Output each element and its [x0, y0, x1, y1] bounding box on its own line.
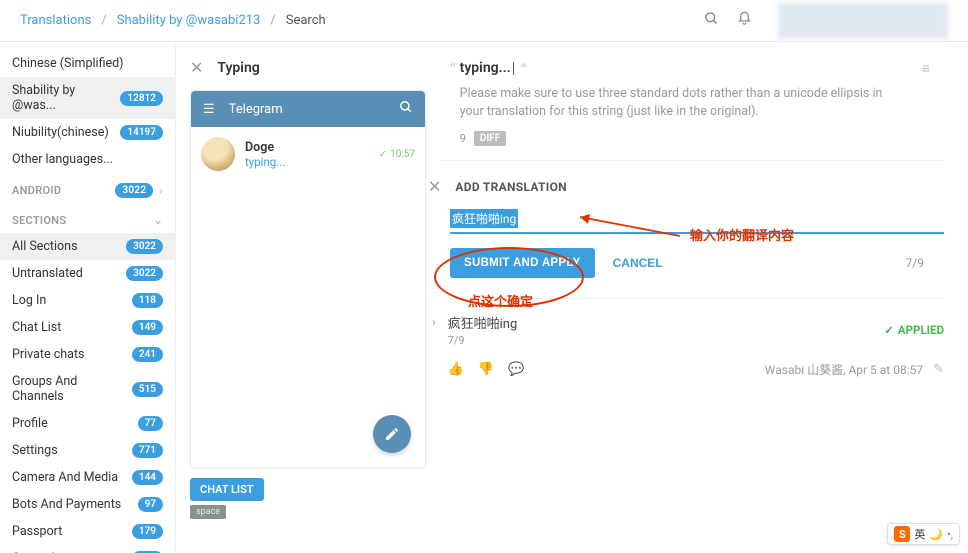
moon-icon: 🌙: [929, 528, 943, 541]
cursor-icon: [513, 62, 514, 75]
breadcrumb: Translations / Shability by @wasabi213 /…: [20, 13, 326, 28]
chevron-right-icon: ›: [159, 184, 163, 197]
quote-icon: “: [450, 60, 456, 79]
sidebar-heading-sections[interactable]: SECTIONS⌄: [0, 204, 175, 233]
space-badge: space: [190, 505, 226, 519]
breadcrumb-sep: /: [270, 13, 275, 28]
sidebar-section-item[interactable]: General579: [0, 545, 175, 553]
ime-lang: 英: [914, 526, 925, 542]
check-icon: ✓: [884, 323, 894, 337]
count-badge: 771: [132, 443, 163, 458]
suggestion-row: › 疯狂啪啪ing 7/9 ✓APPLIED 👍 👎 💬: [450, 298, 944, 378]
count-badge: 515: [132, 382, 163, 397]
sidebar-section-item[interactable]: Chat List149: [0, 314, 175, 341]
count-badge: 12812: [120, 91, 163, 106]
count-badge: 3022: [126, 266, 163, 281]
translation-input-value: 疯狂啪啪ing: [450, 209, 518, 228]
annotation-arrow: [570, 211, 690, 241]
count-badge: 118: [132, 293, 163, 308]
string-header: “ typing... ” Please make sure to use th…: [440, 60, 944, 146]
chevron-down-icon: ⌄: [153, 214, 163, 227]
thumbs-down-icon[interactable]: 👎: [478, 362, 494, 377]
ime-widget[interactable]: S 英 🌙 •,: [887, 523, 960, 545]
add-translation-title: ADD TRANSLATION: [455, 180, 567, 194]
search-icon[interactable]: [704, 11, 719, 30]
sidebar-section-item[interactable]: Groups And Channels515: [0, 368, 175, 410]
breadcrumb-sep: /: [101, 13, 106, 28]
chatlist-button[interactable]: CHAT LIST: [190, 478, 264, 501]
quote-icon: ”: [521, 60, 527, 79]
add-translation-section: ✕ ADD TRANSLATION 疯狂啪啪ing 输入你的翻译内容 SUBMI…: [440, 160, 944, 378]
sidebar-section-item[interactable]: Profile77: [0, 410, 175, 437]
phone-app-title: Telegram: [229, 102, 385, 117]
original-string: typing...: [460, 60, 511, 76]
ime-comma-icon: •,: [947, 528, 953, 541]
sidebar-section-item[interactable]: Settings771: [0, 437, 175, 464]
diff-button[interactable]: DIFF: [474, 131, 506, 146]
count-badge: 149: [132, 320, 163, 335]
cancel-button[interactable]: CANCEL: [613, 256, 663, 270]
breadcrumb-project[interactable]: Shability by @wasabi213: [117, 13, 261, 28]
suggestion-text: 疯狂啪啪ing: [448, 313, 885, 332]
phone-preview: ☰ Telegram Doge typing... ✓10:57: [190, 90, 426, 468]
chat-time: ✓10:57: [379, 149, 415, 160]
annotation-input-hint: 输入你的翻译内容: [690, 225, 794, 244]
doge-avatar: [201, 137, 235, 171]
count-badge: 97: [138, 497, 163, 512]
count-badge: 14197: [120, 125, 163, 140]
suggestion-count: 7/9: [448, 334, 885, 347]
sidebar: Chinese (Simplified) Shability by @was..…: [0, 42, 176, 553]
sidebar-heading-android[interactable]: ANDROID3022›: [0, 173, 175, 204]
sidebar-section-item[interactable]: All Sections3022: [0, 233, 175, 260]
sidebar-section-item[interactable]: Passport179: [0, 518, 175, 545]
count-badge: 3022: [126, 239, 163, 254]
char-counter: 7/9: [906, 256, 924, 270]
phone-search-icon[interactable]: [399, 100, 413, 118]
count-badge: 77: [138, 416, 163, 431]
sidebar-section-item[interactable]: Log In118: [0, 287, 175, 314]
breadcrumb-current: Search: [286, 13, 326, 28]
close-add-icon[interactable]: ✕: [428, 179, 441, 195]
sidebar-section-item[interactable]: Private chats241: [0, 341, 175, 368]
suggestion-author: Wasabi 山葵酱, Apr 5 at 08:57: [765, 361, 923, 378]
sidebar-section-item[interactable]: Untranslated3022: [0, 260, 175, 287]
sidebar-section-item[interactable]: Bots And Payments97: [0, 491, 175, 518]
chat-row[interactable]: Doge typing... ✓10:57: [191, 127, 425, 181]
sidebar-lang-item[interactable]: Chinese (Simplified): [0, 50, 175, 77]
string-length: 9: [460, 132, 466, 145]
string-title: Typing: [217, 60, 259, 76]
chat-typing: typing...: [245, 155, 369, 169]
bell-icon[interactable]: [737, 11, 752, 30]
count-badge: 144: [132, 470, 163, 485]
menu-icon[interactable]: ☰: [203, 102, 215, 117]
user-avatar-blurred[interactable]: [778, 3, 948, 39]
string-description: Please make sure to use three standard d…: [460, 85, 922, 121]
sidebar-section-item[interactable]: Camera And Media144: [0, 464, 175, 491]
options-icon[interactable]: ≡: [922, 60, 930, 77]
breadcrumb-translations[interactable]: Translations: [20, 13, 91, 28]
close-icon[interactable]: ✕: [190, 60, 203, 76]
count-badge: 179: [132, 524, 163, 539]
sidebar-lang-item[interactable]: Niubility(chinese)14197: [0, 119, 175, 146]
edit-icon[interactable]: ✎: [933, 362, 944, 377]
ime-logo-icon: S: [894, 526, 910, 542]
annotation-confirm-hint: 点这个确定: [468, 291, 533, 310]
expand-icon[interactable]: ›: [432, 313, 436, 378]
chat-name: Doge: [245, 140, 369, 155]
compose-fab[interactable]: [373, 415, 411, 453]
count-badge: 241: [132, 347, 163, 362]
sidebar-lang-item[interactable]: Shability by @was...12812: [0, 77, 175, 119]
applied-badge: ✓APPLIED: [884, 313, 944, 347]
count-badge: 3022: [115, 183, 153, 198]
sidebar-lang-item[interactable]: Other languages...: [0, 146, 175, 173]
thumbs-up-icon[interactable]: 👍: [448, 362, 464, 377]
comment-icon[interactable]: 💬: [508, 362, 524, 377]
